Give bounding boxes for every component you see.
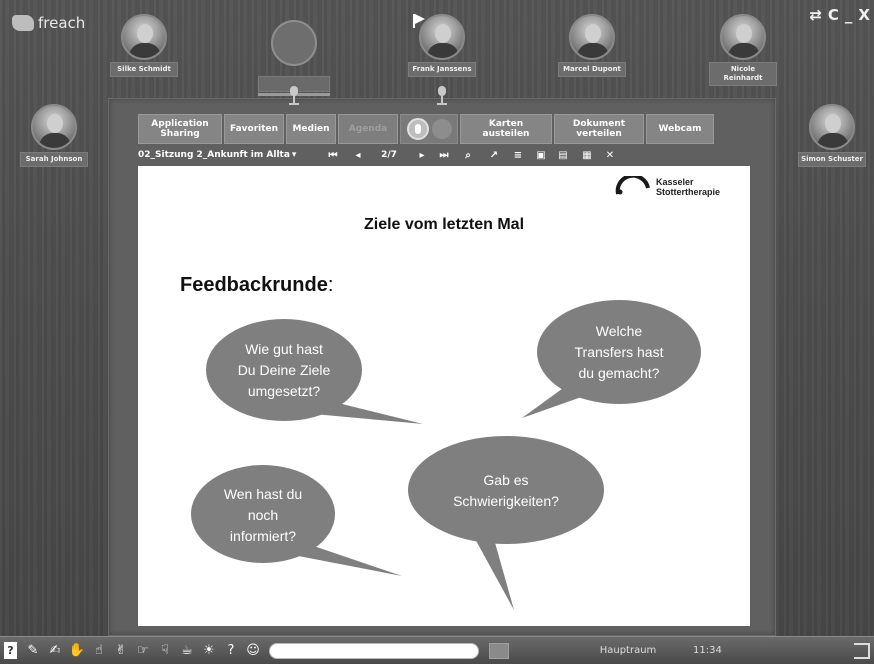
snapshot-icon[interactable]: ▤	[552, 150, 574, 161]
idea-icon[interactable]: ☀	[199, 641, 219, 661]
participant-name: Frank Janssens	[408, 62, 476, 77]
last-page-icon[interactable]: ⏭	[434, 150, 454, 161]
participant-nicole-reinhardt[interactable]: Nicole Reinhardt	[709, 14, 777, 86]
pointer-icon[interactable]: ↗	[482, 150, 506, 161]
participant-name: Nicole Reinhardt	[709, 62, 777, 86]
slide: Kasseler Stottertherapie Ziele vom letzt…	[138, 166, 750, 626]
room-name[interactable]: Hauptraum	[583, 645, 673, 656]
participant-name: Marcel Dupont	[558, 62, 626, 77]
stop-hand-icon[interactable]: ☞	[133, 641, 153, 661]
avatar	[809, 104, 855, 150]
presentation-toolbar: Application Sharing Favoriten Medien Age…	[138, 114, 750, 144]
tools-icon[interactable]: ✎	[23, 641, 43, 661]
refresh-icon[interactable]: C	[828, 6, 839, 24]
prev-page-icon[interactable]: ◂	[348, 150, 368, 161]
webcam-button[interactable]: Webcam	[646, 114, 714, 144]
page-indicator: 2/7	[381, 150, 397, 160]
send-button[interactable]	[489, 642, 509, 659]
view-icon[interactable]: ▣	[530, 150, 552, 161]
chat-input[interactable]	[269, 642, 479, 659]
avatar	[720, 14, 766, 60]
window-controls: ⇄ C _ X	[809, 6, 870, 24]
mic-off-icon[interactable]	[431, 119, 452, 139]
chevron-down-icon: ▾	[291, 150, 297, 160]
document-name: 02_Sitzung 2_Ankunft im Allta	[138, 150, 290, 160]
empty-seat	[258, 20, 330, 96]
raise-hand-icon[interactable]: ✋	[67, 641, 87, 661]
application-sharing-button[interactable]: Application Sharing	[138, 114, 222, 144]
participant-silke-schmidt[interactable]: Silke Schmidt	[110, 14, 178, 77]
participant-marcel-dupont[interactable]: Marcel Dupont	[558, 14, 626, 77]
next-page-icon[interactable]: ▸	[410, 150, 434, 161]
coffee-icon[interactable]: ☕	[177, 641, 197, 661]
medien-button[interactable]: Medien	[286, 114, 336, 144]
avatar	[419, 14, 465, 60]
avatar	[121, 14, 167, 60]
close-icon[interactable]: X	[858, 6, 870, 24]
mic-on-icon[interactable]	[406, 118, 429, 140]
freach-logo-icon	[12, 15, 34, 31]
microphone-icon	[437, 86, 447, 108]
participant-name: Silke Schmidt	[110, 62, 178, 77]
participant-frank-janssens[interactable]: Frank Janssens	[408, 14, 476, 77]
close-document-icon[interactable]: ✕	[600, 150, 620, 161]
speech-bubble-4	[408, 436, 604, 610]
wave-hand-icon[interactable]: ✌	[111, 641, 131, 661]
bubble-3-text: Wen hast du noch informiert?	[223, 486, 303, 544]
document-navbar: 02_Sitzung 2_Ankunft im Allta ▾ ⏮ ◂ 2/7 …	[138, 146, 750, 164]
help-icon[interactable]: ?	[4, 642, 17, 659]
microphone-icon	[289, 86, 299, 108]
minimize-icon[interactable]: _	[845, 6, 853, 24]
exit-icon[interactable]	[854, 642, 870, 659]
bubble-4-text: Gab es Schwierigkeiten?	[453, 472, 559, 509]
karten-austeilen-button[interactable]: Karten austeilen	[460, 114, 552, 144]
taskbar: ? ✎ ✍ ✋ ☝ ✌ ☞ ☟ ☕ ☀ ? ☺ Hauptraum 11:34	[0, 636, 874, 664]
bubble-1-text: Wie gut hast Du Deine Ziele umgesetzt?	[237, 341, 331, 399]
participant-name: Simon Schuster	[798, 152, 866, 167]
avatar	[31, 104, 77, 150]
favoriten-button[interactable]: Favoriten	[224, 114, 284, 144]
zoom-icon[interactable]: ⌕	[454, 150, 482, 161]
empty-avatar	[271, 20, 317, 66]
presenter-icon[interactable]: ▦	[574, 150, 600, 161]
participant-sarah-johnson[interactable]: Sarah Johnson	[20, 104, 88, 167]
dokument-verteilen-button[interactable]: Dokument verteilen	[554, 114, 644, 144]
participant-simon-schuster[interactable]: Simon Schuster	[798, 104, 866, 167]
question-icon[interactable]: ?	[221, 641, 241, 661]
thumbs-down-icon[interactable]: ☟	[155, 641, 175, 661]
mic-toggle[interactable]	[400, 114, 458, 144]
bubble-2-text: Welche Transfers hast du gemacht?	[574, 323, 664, 381]
emoji-icon[interactable]: ☺	[243, 641, 263, 661]
logo-text: freach	[38, 14, 86, 32]
swap-icon[interactable]: ⇄	[809, 6, 822, 24]
first-page-icon[interactable]: ⏮	[318, 150, 348, 161]
notes-icon[interactable]: ✍	[45, 641, 65, 661]
text-icon[interactable]: ≡	[506, 150, 530, 161]
document-select[interactable]: 02_Sitzung 2_Ankunft im Allta ▾	[138, 150, 318, 160]
avatar	[569, 14, 615, 60]
agenda-button[interactable]: Agenda	[338, 114, 398, 144]
participant-name: Sarah Johnson	[20, 152, 88, 167]
point-hand-icon[interactable]: ☝	[89, 641, 109, 661]
app-logo: freach	[12, 14, 85, 32]
clock: 11:34	[693, 645, 722, 656]
